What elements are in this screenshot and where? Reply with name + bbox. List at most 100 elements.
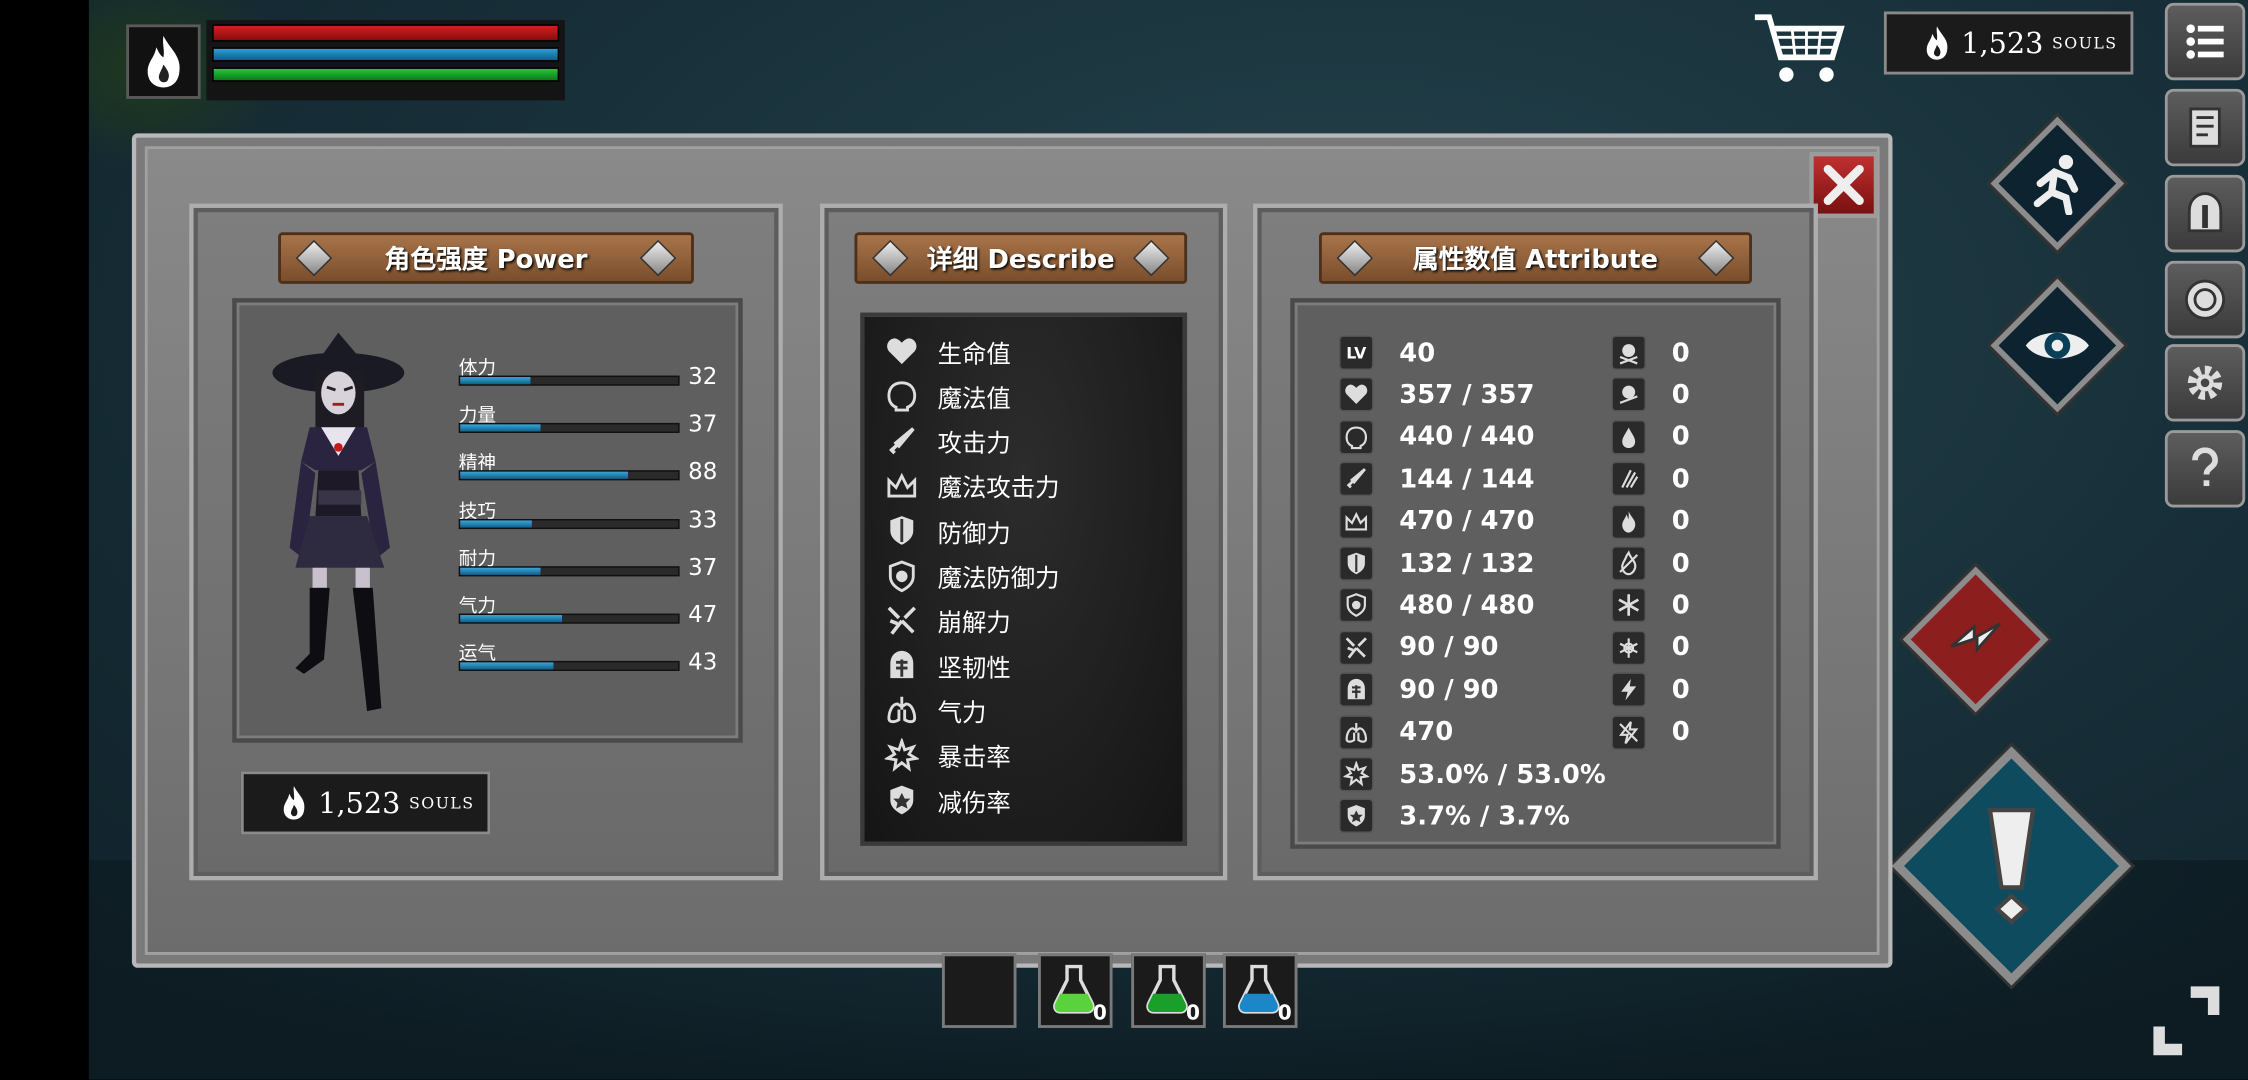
attribute-value: 480 / 480 [1399, 590, 1535, 621]
stat-value: 37 [688, 553, 718, 581]
running-man-icon [2033, 154, 2079, 216]
attribute-value: 40 [1399, 337, 1436, 368]
attribute-value: 470 / 470 [1399, 506, 1535, 537]
describe-label: 生命值 [937, 340, 1011, 370]
attribute-icon [1339, 756, 1374, 792]
shop-button[interactable] [1752, 9, 1852, 89]
souls-counter-top: 1,523 SOULS [1883, 11, 2134, 75]
flame-icon [1926, 26, 1948, 60]
fire-resist-icon [1619, 550, 1639, 576]
skills-button[interactable] [2164, 260, 2246, 339]
skull-cross-icon [1619, 386, 1638, 405]
describe-icon [883, 602, 920, 639]
gear-icon [2187, 365, 2223, 401]
resist-row: 0 [1611, 586, 1690, 626]
describe-label: 魔法防御力 [937, 564, 1060, 594]
close-icon [1823, 164, 1864, 206]
power-stat-row: 运气 43 [458, 638, 731, 681]
star-burst-icon [1343, 761, 1370, 787]
describe-icon [883, 557, 920, 594]
game-screen: 1,523 SOULS 角色强度 Power 体力 32 力量 37 精神 88… [0, 0, 2248, 1080]
stat-bar-fill [460, 567, 541, 575]
potion-slot[interactable]: 0 [1222, 953, 1298, 1028]
stat-bar-fill [460, 519, 533, 528]
menu-button[interactable] [2164, 2, 2246, 81]
resist-icon [1611, 461, 1646, 497]
describe-row: 崩解力 [883, 600, 1011, 640]
attribute-title: 属性数值 Attribute [1412, 245, 1659, 276]
attribute-icon [1339, 799, 1374, 834]
attribute-icon [1339, 588, 1374, 623]
attribute-row: 3.7% / 3.7% [1339, 796, 1570, 836]
attribute-value: 144 / 144 [1399, 464, 1535, 495]
sprint-button[interactable] [1990, 116, 2125, 251]
special-attack-button[interactable] [1902, 566, 2049, 713]
magic-shield-icon [888, 559, 915, 592]
map-button[interactable] [2164, 88, 2246, 167]
resist-value: 0 [1671, 506, 1690, 537]
stat-value: 37 [688, 410, 718, 438]
close-button[interactable] [1809, 151, 1879, 218]
potion-slot[interactable]: 0 [1131, 953, 1206, 1028]
attribute-row: 90 / 90 [1339, 628, 1499, 668]
resist-icon [1611, 714, 1646, 750]
lightning-resist-icon [1619, 720, 1639, 744]
resist-value: 0 [1671, 548, 1690, 579]
souls-counter-panel: 1,523 SOULS [240, 771, 491, 835]
stat-bar [458, 566, 680, 577]
potion-slot[interactable]: 0 [1037, 953, 1113, 1028]
magic-shield-icon [1346, 593, 1366, 618]
shatter-icon [1345, 637, 1367, 659]
describe-icon [883, 333, 920, 370]
attribute-row: 144 / 144 [1339, 459, 1534, 499]
head-icon [1345, 426, 1368, 449]
attribute-icon [1339, 672, 1374, 708]
power-stat-row: 精神 88 [458, 448, 731, 491]
exclamation-icon [1987, 807, 2036, 925]
describe-label: 崩解力 [937, 609, 1011, 639]
flame-icon [283, 786, 305, 820]
stat-bar [458, 423, 680, 434]
resist-value: 0 [1671, 590, 1690, 621]
health-bar [212, 24, 560, 42]
crown-icon [887, 472, 917, 498]
power-stat-row: 耐力 37 [458, 543, 731, 586]
empty-item-slot[interactable] [941, 953, 1017, 1028]
attribute-row: 53.0% / 53.0% [1339, 754, 1606, 794]
help-button[interactable] [2164, 430, 2246, 508]
look-button[interactable] [1990, 278, 2125, 413]
attribute-icon [1339, 714, 1374, 750]
expand-icon[interactable] [2148, 981, 2225, 1061]
plank-gem [639, 239, 677, 277]
attribute-row: 132 / 132 [1339, 543, 1534, 583]
attribute-row: 480 / 480 [1339, 586, 1534, 626]
resist-value: 0 [1671, 632, 1690, 663]
souls-unit: SOULS [408, 793, 475, 813]
stat-value: 88 [688, 457, 718, 486]
potion-count: 0 [1277, 1002, 1292, 1026]
resist-value: 0 [1671, 674, 1690, 705]
lightning-icon [1950, 622, 2002, 654]
helmet-icon [2187, 192, 2223, 233]
describe-label: 魔法值 [937, 385, 1011, 415]
equipment-button[interactable] [2164, 174, 2246, 253]
fire-icon [1622, 510, 1636, 533]
resist-value: 0 [1671, 379, 1690, 410]
stat-bar-fill [460, 377, 530, 385]
stat-bar-fill [460, 472, 629, 480]
potion-count: 0 [1186, 1002, 1201, 1026]
eye-icon [2025, 332, 2089, 359]
attribute-row: 470 / 470 [1339, 501, 1534, 541]
describe-row: 魔法防御力 [883, 556, 1060, 596]
sword-icon [889, 426, 915, 454]
describe-row: 暴击率 [883, 735, 1011, 775]
heart-icon [887, 338, 917, 365]
stat-value: 47 [688, 600, 718, 628]
attribute-value: 440 / 440 [1399, 421, 1535, 453]
settings-button[interactable] [2164, 344, 2246, 422]
describe-label: 攻击力 [937, 430, 1011, 459]
claw-icon [1621, 470, 1639, 489]
drop-icon [1622, 427, 1636, 448]
resist-row: 0 [1611, 670, 1690, 710]
attribute-value: 3.7% / 3.7% [1399, 801, 1570, 832]
